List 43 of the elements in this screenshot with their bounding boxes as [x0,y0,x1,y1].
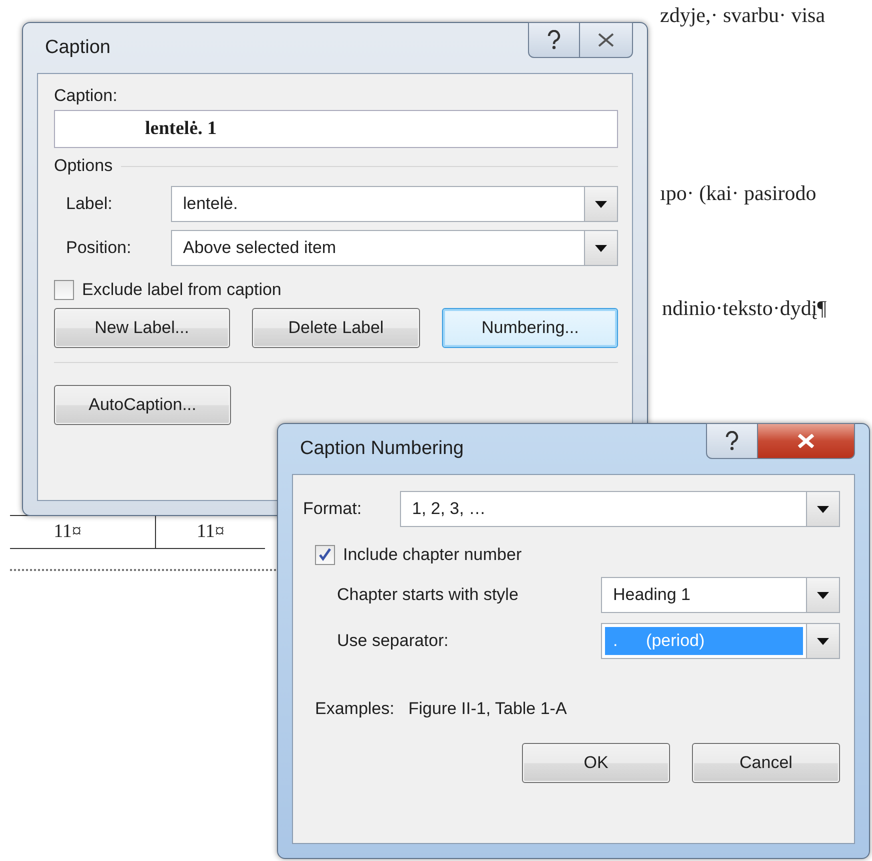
dropdown[interactable]: Above selected item [171,230,618,266]
dropdown-arrow-icon [817,592,829,598]
field-label: Position: [66,238,132,258]
group-heading: Options [54,156,113,176]
help-button[interactable] [528,22,580,58]
dialog-button[interactable]: OK [522,743,670,783]
field-label: Use separator: [337,631,450,651]
format-dropdown[interactable]: 1, 2, 3, … [400,491,840,527]
examples-label: Examples: [315,699,394,719]
close-button[interactable] [758,423,855,459]
checkmark-icon [318,548,332,562]
window-title: Caption Numbering [299,438,464,460]
window-title: Caption [44,37,110,59]
document-text: ndinio·teksto·dydį¶ [662,296,827,321]
dialog-button[interactable]: Delete Label [252,308,420,348]
dropdown-arrow-icon [595,200,607,208]
dropdown-arrow-icon [817,506,829,512]
help-icon [725,431,739,451]
dialog-button[interactable]: Numbering... [442,308,618,348]
include-chapter-checkbox[interactable]: Include chapter number [315,545,840,565]
dropdown-arrow-icon [595,244,607,252]
examples-text: Figure II-1, Table 1-A [408,699,567,719]
help-button[interactable] [706,423,758,459]
dialog-button[interactable]: Cancel [692,743,840,783]
close-button[interactable] [580,22,633,58]
close-icon [797,434,815,448]
dropdown[interactable]: Heading 1 [601,577,840,613]
dropdown-arrow-icon [817,638,829,644]
caption-field[interactable]: lentelė. 1 [54,110,618,148]
field-label: Format: [303,499,363,519]
field-label: Label: [66,194,114,214]
document-text: ıpo· (kai· pasirodo [660,181,816,206]
dropdown[interactable]: lentelė. [171,186,618,222]
exclude-label-checkbox[interactable]: Exclude label from caption [54,280,618,300]
document-text: zdyje,· svarbu· visa [660,3,826,28]
field-label: Chapter starts with style [337,585,520,605]
dialog-button[interactable]: New Label... [54,308,230,348]
help-icon [547,30,561,50]
autocaption-button[interactable]: AutoCaption... [54,385,231,425]
field-label: Caption: [54,86,118,106]
table-cell: 11¤ [196,521,224,543]
close-icon [597,33,615,47]
table-cell: 11¤ [54,521,82,543]
